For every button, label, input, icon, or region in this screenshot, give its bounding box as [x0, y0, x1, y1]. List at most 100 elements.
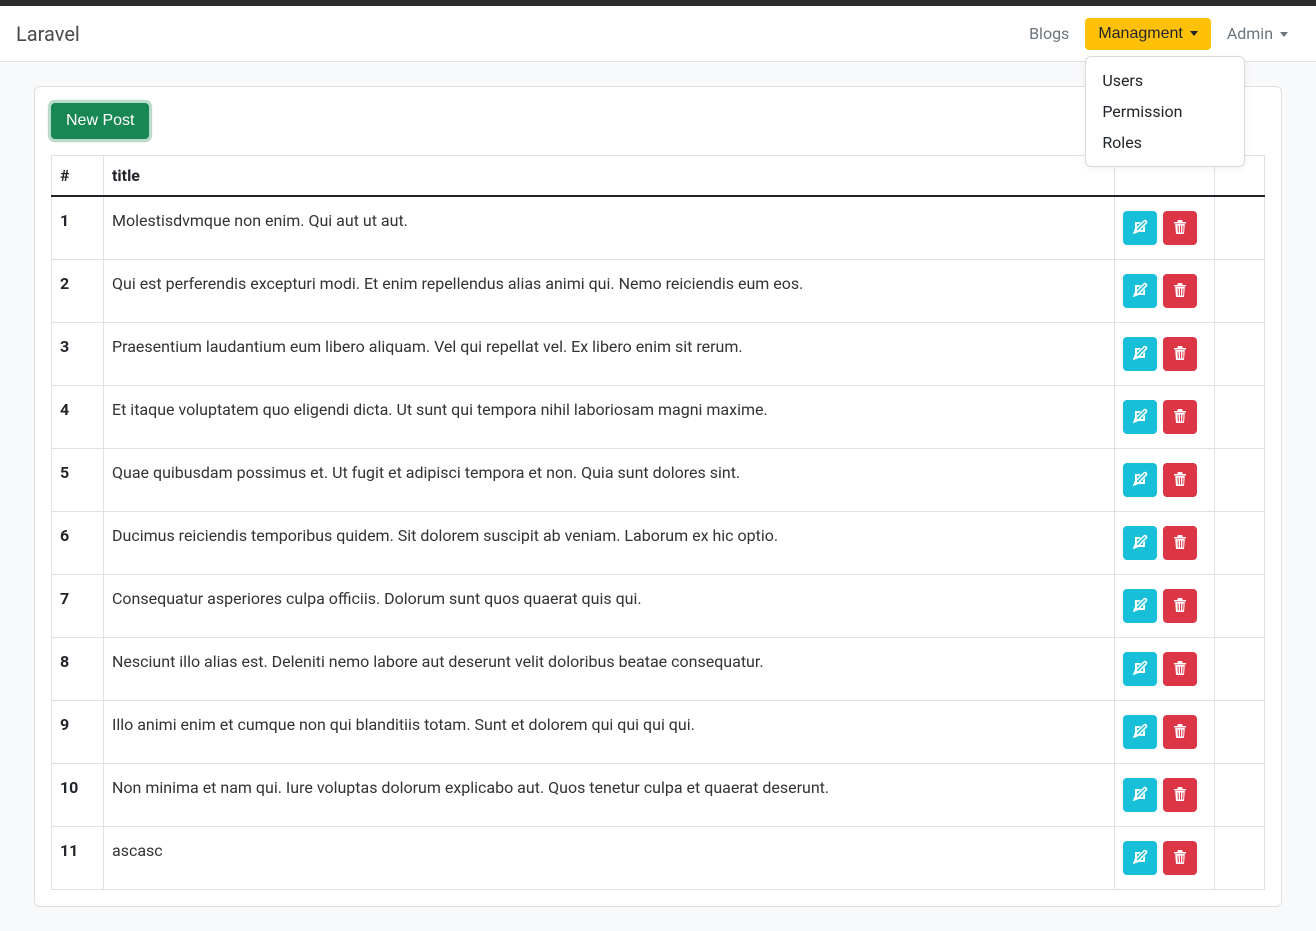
- nav-menu: Blogs Managment Users Permission Roles A…: [1017, 18, 1300, 50]
- trash-icon: [1172, 723, 1188, 742]
- row-spacer: [1215, 196, 1265, 260]
- row-actions: [1115, 260, 1215, 323]
- edit-button[interactable]: [1123, 400, 1157, 434]
- row-actions: [1115, 323, 1215, 386]
- table-row: 11 ascasc: [52, 827, 1265, 890]
- posts-card: New Post # title 1 Molestisdvmque non en…: [34, 86, 1282, 907]
- edit-button[interactable]: [1123, 778, 1157, 812]
- row-index: 7: [52, 575, 104, 638]
- delete-button[interactable]: [1163, 463, 1197, 497]
- edit-button[interactable]: [1123, 463, 1157, 497]
- row-title: Consequatur asperiores culpa officiis. D…: [104, 575, 1115, 638]
- delete-button[interactable]: [1163, 652, 1197, 686]
- nav-dropdown-admin-label: Admin: [1227, 24, 1273, 43]
- edit-button[interactable]: [1123, 652, 1157, 686]
- edit-button[interactable]: [1123, 211, 1157, 245]
- nav-dropdown-management[interactable]: Managment: [1085, 18, 1211, 50]
- edit-icon: [1132, 282, 1148, 301]
- row-index: 1: [52, 196, 104, 260]
- row-actions: [1115, 701, 1215, 764]
- row-index: 9: [52, 701, 104, 764]
- row-actions: [1115, 827, 1215, 890]
- trash-icon: [1172, 597, 1188, 616]
- nav-dropdown-admin[interactable]: Admin: [1215, 16, 1300, 51]
- delete-button[interactable]: [1163, 337, 1197, 371]
- edit-icon: [1132, 660, 1148, 679]
- row-actions: [1115, 386, 1215, 449]
- table-row: 7 Consequatur asperiores culpa officiis.…: [52, 575, 1265, 638]
- row-title: Illo animi enim et cumque non qui blandi…: [104, 701, 1115, 764]
- row-index: 8: [52, 638, 104, 701]
- delete-button[interactable]: [1163, 526, 1197, 560]
- row-spacer: [1215, 638, 1265, 701]
- row-index: 11: [52, 827, 104, 890]
- row-title: ascasc: [104, 827, 1115, 890]
- edit-button[interactable]: [1123, 841, 1157, 875]
- edit-icon: [1132, 597, 1148, 616]
- nav-link-blogs[interactable]: Blogs: [1017, 16, 1081, 51]
- edit-button[interactable]: [1123, 589, 1157, 623]
- row-title: Et itaque voluptatem quo eligendi dicta.…: [104, 386, 1115, 449]
- edit-icon: [1132, 723, 1148, 742]
- brand-link[interactable]: Laravel: [16, 22, 80, 46]
- trash-icon: [1172, 660, 1188, 679]
- trash-icon: [1172, 534, 1188, 553]
- delete-button[interactable]: [1163, 274, 1197, 308]
- row-actions: [1115, 575, 1215, 638]
- edit-button[interactable]: [1123, 526, 1157, 560]
- row-index: 6: [52, 512, 104, 575]
- row-spacer: [1215, 764, 1265, 827]
- row-index: 10: [52, 764, 104, 827]
- row-index: 2: [52, 260, 104, 323]
- delete-button[interactable]: [1163, 400, 1197, 434]
- edit-button[interactable]: [1123, 274, 1157, 308]
- dropdown-item-users[interactable]: Users: [1086, 65, 1244, 96]
- delete-button[interactable]: [1163, 211, 1197, 245]
- dropdown-item-roles[interactable]: Roles: [1086, 127, 1244, 158]
- col-header-index: #: [52, 156, 104, 197]
- edit-icon: [1132, 471, 1148, 490]
- table-row: 9 Illo animi enim et cumque non qui blan…: [52, 701, 1265, 764]
- row-spacer: [1215, 449, 1265, 512]
- edit-icon: [1132, 786, 1148, 805]
- row-spacer: [1215, 827, 1265, 890]
- row-title: Ducimus reiciendis temporibus quidem. Si…: [104, 512, 1115, 575]
- row-actions: [1115, 196, 1215, 260]
- row-spacer: [1215, 575, 1265, 638]
- trash-icon: [1172, 786, 1188, 805]
- trash-icon: [1172, 471, 1188, 490]
- edit-button[interactable]: [1123, 337, 1157, 371]
- caret-down-icon: [1190, 31, 1198, 36]
- row-index: 3: [52, 323, 104, 386]
- new-post-button[interactable]: New Post: [51, 103, 149, 139]
- row-actions: [1115, 512, 1215, 575]
- table-row: 3 Praesentium laudantium eum libero aliq…: [52, 323, 1265, 386]
- table-row: 1 Molestisdvmque non enim. Qui aut ut au…: [52, 196, 1265, 260]
- table-row: 8 Nesciunt illo alias est. Deleniti nemo…: [52, 638, 1265, 701]
- row-spacer: [1215, 386, 1265, 449]
- delete-button[interactable]: [1163, 778, 1197, 812]
- table-row: 4 Et itaque voluptatem quo eligendi dict…: [52, 386, 1265, 449]
- management-dropdown-menu: Users Permission Roles: [1085, 56, 1245, 167]
- trash-icon: [1172, 408, 1188, 427]
- nav-dropdown-management-label: Managment: [1098, 25, 1183, 43]
- edit-icon: [1132, 345, 1148, 364]
- row-spacer: [1215, 701, 1265, 764]
- table-row: 6 Ducimus reiciendis temporibus quidem. …: [52, 512, 1265, 575]
- dropdown-item-permission[interactable]: Permission: [1086, 96, 1244, 127]
- delete-button[interactable]: [1163, 589, 1197, 623]
- row-actions: [1115, 449, 1215, 512]
- posts-table: # title 1 Molestisdvmque non enim. Qui a…: [51, 155, 1265, 890]
- row-title: Praesentium laudantium eum libero aliqua…: [104, 323, 1115, 386]
- table-row: 5 Quae quibusdam possimus et. Ut fugit e…: [52, 449, 1265, 512]
- delete-button[interactable]: [1163, 841, 1197, 875]
- col-header-title: title: [104, 156, 1115, 197]
- trash-icon: [1172, 849, 1188, 868]
- edit-button[interactable]: [1123, 715, 1157, 749]
- delete-button[interactable]: [1163, 715, 1197, 749]
- row-title: Qui est perferendis excepturi modi. Et e…: [104, 260, 1115, 323]
- row-spacer: [1215, 512, 1265, 575]
- trash-icon: [1172, 345, 1188, 364]
- edit-icon: [1132, 849, 1148, 868]
- row-index: 4: [52, 386, 104, 449]
